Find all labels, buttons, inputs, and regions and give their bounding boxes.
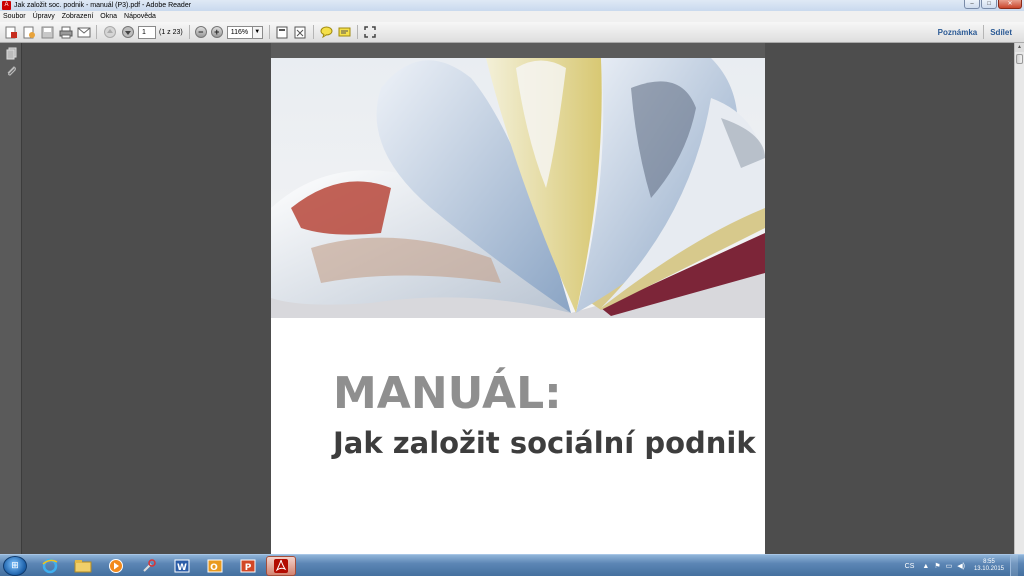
start-orb-icon[interactable]: ⊞ (3, 555, 27, 576)
menu-zobrazeni[interactable]: Zobrazení (62, 13, 94, 20)
tools-icon[interactable] (134, 556, 164, 576)
svg-text:W: W (177, 563, 187, 573)
toolbar-separator (268, 25, 270, 39)
save-icon[interactable] (40, 25, 55, 40)
document-view[interactable]: MANUÁL: Jak založit sociální podnik (23, 43, 1014, 554)
page-number-input[interactable] (138, 25, 156, 39)
show-desktop-button[interactable] (1010, 555, 1018, 576)
zoom-in-icon[interactable]: + (210, 26, 223, 38)
close-button[interactable]: ✕ (998, 0, 1022, 9)
taskbar: ⊞ W O P CS ▲ ⚑ ▭ ◀) 8:55 13.10.2015 (0, 554, 1024, 576)
cover-photo-open-book (271, 58, 765, 318)
comment-icon[interactable] (319, 25, 334, 40)
menu-napoveda[interactable]: Nápověda (124, 13, 156, 20)
svg-text:O: O (210, 563, 218, 573)
toolbar: (1 z 23) − + ▼ Poznámka Sdílet (0, 22, 1024, 43)
zoom-input[interactable] (226, 25, 253, 39)
poznamka-button[interactable]: Poznámka (932, 28, 984, 37)
page-top-margin (271, 43, 765, 58)
volume-icon[interactable]: ◀) (957, 562, 965, 570)
adobe-reader-icon[interactable] (266, 555, 296, 576)
clock[interactable]: 8:55 13.10.2015 (974, 559, 1004, 573)
adobe-reader-app-icon: A (2, 1, 11, 10)
toolbar-separator (356, 25, 358, 39)
create-pdf-icon[interactable] (4, 25, 19, 40)
print-icon[interactable] (58, 25, 73, 40)
toolbar-separator (96, 25, 97, 39)
zoom-out-icon[interactable]: − (194, 26, 207, 38)
menu-upravy[interactable]: Úpravy (33, 13, 55, 20)
toolbar-right-group: Poznámka Sdílet (932, 25, 1018, 39)
prev-page-icon[interactable] (102, 25, 117, 40)
document-title-line2: Jak založit sociální podnik (333, 426, 756, 460)
clock-date: 13.10.2015 (973, 566, 1004, 572)
navigation-panel (0, 43, 22, 554)
menu-bar: Soubor Úpravy Zobrazení Okna Nápověda (0, 11, 1024, 22)
language-indicator[interactable]: CS (905, 563, 915, 570)
email-icon[interactable] (76, 25, 91, 40)
fit-width-icon[interactable] (293, 25, 308, 40)
maximize-button[interactable]: □ (981, 0, 997, 9)
edit-icon[interactable] (22, 25, 37, 40)
zoom-dropdown-chevron-down-icon[interactable]: ▼ (252, 25, 263, 39)
toolbar-separator (312, 25, 314, 39)
fit-page-icon[interactable] (275, 25, 290, 40)
file-explorer-icon[interactable] (68, 556, 98, 576)
window-controls: – □ ✕ (963, 0, 1022, 10)
pages-icon[interactable] (4, 47, 18, 61)
network-icon[interactable]: ▭ (946, 562, 953, 570)
vertical-scrollbar[interactable]: ▲ (1014, 43, 1024, 554)
sdilet-button[interactable]: Sdílet (984, 28, 1018, 37)
next-page-icon[interactable] (120, 25, 135, 40)
system-tray: CS ▲ ⚑ ▭ ◀) 8:55 13.10.2015 (905, 555, 1018, 576)
internet-explorer-icon[interactable] (35, 556, 65, 576)
flag-icon[interactable]: ⚑ (934, 562, 940, 570)
minimize-button[interactable]: – (964, 0, 980, 9)
menu-soubor[interactable]: Soubor (3, 13, 26, 20)
pdf-page: MANUÁL: Jak založit sociální podnik (271, 43, 765, 554)
clock-time: 8:55 (983, 559, 995, 565)
show-hidden-icons-chevron-up-icon[interactable]: ▲ (922, 563, 929, 570)
page-count: (1 z 23) (159, 28, 183, 36)
toolbar-separator (188, 25, 190, 39)
document-title-line1: MANUÁL: (333, 368, 562, 419)
window-title: Jak založit soc. podnik - manuál (P3).pd… (14, 2, 192, 9)
media-player-icon[interactable] (101, 556, 131, 576)
attachments-icon[interactable] (4, 65, 18, 79)
word-icon[interactable]: W (167, 556, 197, 576)
highlight-icon[interactable] (337, 25, 352, 40)
scroll-up-arrow-icon[interactable]: ▲ (1015, 43, 1024, 52)
outlook-icon[interactable]: O (200, 556, 230, 576)
scrollbar-thumb[interactable] (1016, 54, 1023, 64)
powerpoint-icon[interactable]: P (233, 556, 263, 576)
menu-okna[interactable]: Okna (100, 13, 117, 20)
expand-icon[interactable] (363, 25, 378, 40)
svg-text:P: P (245, 563, 252, 573)
title-bar: A Jak založit soc. podnik - manuál (P3).… (0, 0, 1024, 11)
